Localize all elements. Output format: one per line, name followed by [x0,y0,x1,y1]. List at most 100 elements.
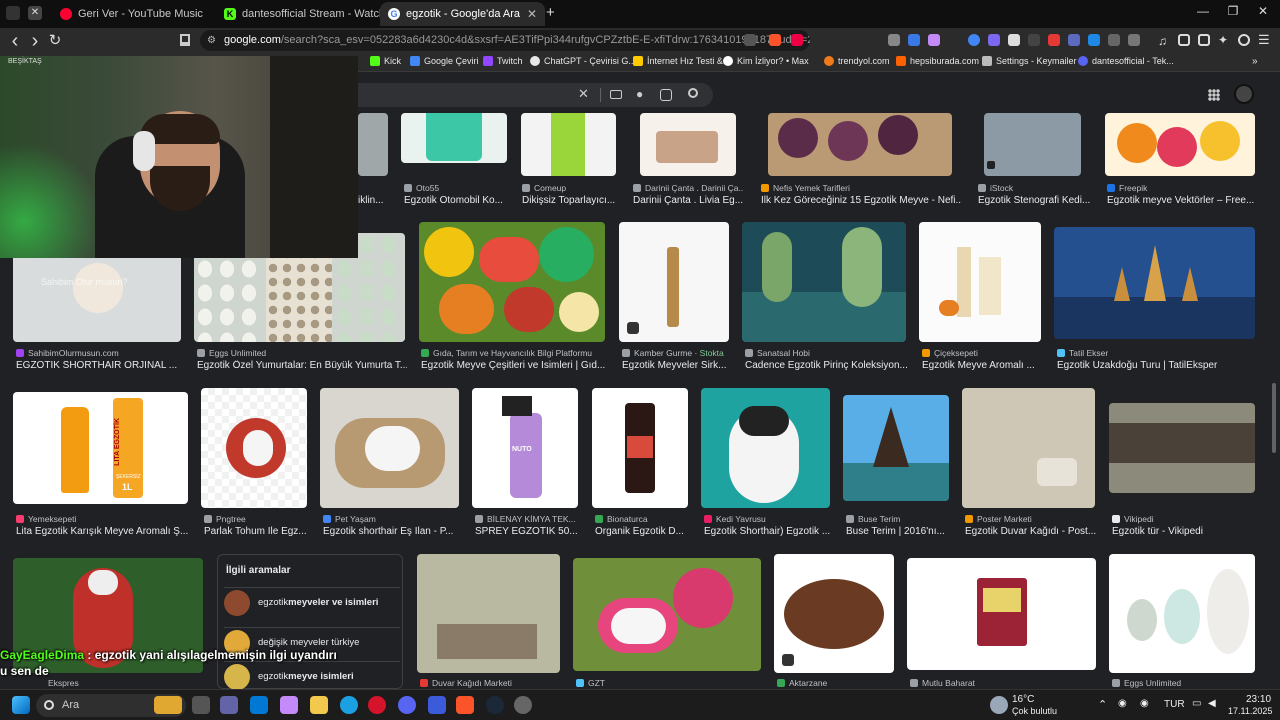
result-image[interactable]: NUTO [472,388,578,508]
result-image[interactable] [843,395,949,501]
result-image[interactable] [573,558,761,671]
result-title[interactable]: Egzotik meyve Vektörler – Free... [1107,195,1267,206]
volume-icon[interactable]: ◀ [1208,698,1216,709]
result-title[interactable]: Egzotik Stenografi Kedi... [978,195,1093,206]
task-view-icon[interactable] [192,696,210,714]
result-image[interactable] [619,222,729,342]
file-explorer-icon[interactable] [310,696,328,714]
result-image[interactable] [320,388,459,508]
app-icon[interactable] [514,696,532,714]
result-title[interactable]: Darinii Çanta . Livia Eg... [633,195,748,206]
result-title[interactable]: EGZOTİK SHORTHAİR ORJİNAL ... [16,360,186,371]
site-info-icon[interactable]: ⚙ [207,35,216,46]
copilot-icon[interactable] [280,696,298,714]
keyboard-icon[interactable] [610,90,622,99]
extension-icon[interactable] [888,34,900,46]
result-image[interactable] [358,113,388,176]
result-title[interactable]: Egzotik Meyve Aromalı ... [922,360,1047,371]
result-image[interactable] [742,222,906,342]
bookmark-dantesofficial[interactable]: dantesofficial - Tek... [1078,56,1174,66]
result-image[interactable] [907,558,1096,670]
outlook-icon[interactable] [250,696,268,714]
bookmark-icon[interactable] [180,34,190,46]
result-image[interactable] [768,113,952,176]
result-image[interactable] [919,222,1041,342]
reload-button[interactable]: ↻ [46,32,64,50]
more-bookmarks-icon[interactable]: » [1252,56,1258,67]
result-title[interactable]: Dikişsiz Toparlayıcı... [522,195,627,206]
result-image[interactable] [640,113,736,176]
bookmark-speedtest[interactable]: İnternet Hız Testi &... [633,56,730,66]
wallet-icon[interactable] [1198,34,1210,46]
result-title[interactable]: İlk Kez Göreceğiniz 15 Egzotik Meyve - N… [761,195,961,206]
steam-icon[interactable] [486,696,504,714]
brave-icon[interactable] [456,696,474,714]
bookmark-chatgpt[interactable]: ChatGPT - Çevirisi G... [530,56,636,66]
extension-icon[interactable] [1068,34,1080,46]
tab-kick-stream[interactable]: K dantesofficial Stream - Watch Liv [216,2,384,26]
result-title[interactable]: Organik Egzotik D... [595,526,690,537]
opera-icon[interactable] [368,696,386,714]
result-title[interactable]: Buse Terim | 2016'nı... [846,526,956,537]
lens-icon[interactable] [660,89,672,101]
bookmark-hepsiburada[interactable]: hepsiburada.com [896,56,979,66]
show-hidden-icons[interactable]: ⌃ [1098,698,1107,711]
bookmark-kick[interactable]: Kick [370,56,401,66]
new-tab-button[interactable]: + [546,4,555,21]
result-title[interactable]: Egzotik Özel Yumurtalar: En Büyük Yumurt… [197,360,407,371]
extension-icon[interactable] [1108,34,1120,46]
search-icon[interactable] [688,88,698,98]
result-image[interactable] [417,554,560,673]
maximize-button[interactable]: ❐ [1218,4,1248,18]
result-title[interactable]: Parlak Tohum Ile Egz... [204,526,309,537]
extension-icon[interactable] [988,34,1000,46]
vpn-shield-icon[interactable] [1238,34,1250,46]
brave-shields-icon[interactable] [769,34,781,46]
search-box[interactable]: ✕ ● [300,83,713,107]
weather-temp[interactable]: 16°C [1012,694,1034,705]
result-image[interactable] [1109,554,1255,673]
extension-icon[interactable] [1088,34,1100,46]
result-image[interactable] [201,388,307,508]
result-image[interactable] [984,113,1081,176]
extension-icon[interactable] [908,34,920,46]
language-indicator[interactable]: TUR [1164,699,1185,710]
clear-search-icon[interactable]: ✕ [578,86,589,102]
result-title[interactable]: Egzotik Uzakdoğu Turu | TatilEksper [1057,360,1257,371]
result-title[interactable]: Egzotik Duvar Kağıdı - Post... [965,526,1100,537]
minimize-button[interactable]: — [1188,4,1218,18]
result-image[interactable] [521,113,616,176]
result-image[interactable] [419,222,605,342]
sparkle-icon[interactable]: ✦ [1218,33,1228,47]
clock-time[interactable]: 23:10 [1246,694,1271,705]
address-bar[interactable]: google.com/search?sca_esv=052283a6d4230c… [200,30,810,51]
app-icon[interactable] [428,696,446,714]
discord-icon[interactable] [398,696,416,714]
result-image[interactable] [1109,403,1255,493]
result-image[interactable] [701,388,830,508]
tab-google-search[interactable]: G egzotik - Google'da Ara ✕ [380,2,545,26]
extension-icon[interactable] [1008,34,1020,46]
result-title[interactable]: Egzotik Meyve Çeşitleri ve İsimleri | Gı… [421,360,611,371]
avatar[interactable] [1234,84,1254,104]
result-title[interactable]: Lita Egzotik Karışık Meyve Aromalı Ş... [16,526,191,537]
extension-icon[interactable] [968,34,980,46]
taskbar-search[interactable]: Ara [36,694,186,717]
tab-youtube-music[interactable]: Geri Ver - YouTube Music [52,2,220,26]
result-image[interactable] [962,388,1095,508]
weather-desc[interactable]: Çok bulutlu [1012,706,1057,716]
windows-start-icon[interactable] [12,696,30,714]
result-title[interactable]: Cadence Egzotik Pirinç Koleksiyon... [745,360,910,371]
edge-icon[interactable] [340,696,358,714]
result-title[interactable]: Egzotik Meyveler Sirk... [622,360,732,371]
share-icon[interactable] [744,34,756,46]
menu-icon[interactable]: ☰ [1258,32,1270,48]
related-search-item[interactable]: egzotik meyveler ve isimleri [224,587,400,617]
result-title[interactable]: Egzotik Shorthair) Egzotik ... [704,526,834,537]
extension-icon[interactable] [1028,34,1040,46]
muted-audio-icon[interactable]: ✕ [28,6,42,20]
clock-date[interactable]: 17.11.2025 [1228,706,1272,716]
apps-grid-icon[interactable] [1208,89,1220,101]
result-image[interactable] [774,554,894,673]
result-title[interactable]: Egzotik Otomobil Ko... [404,195,509,206]
